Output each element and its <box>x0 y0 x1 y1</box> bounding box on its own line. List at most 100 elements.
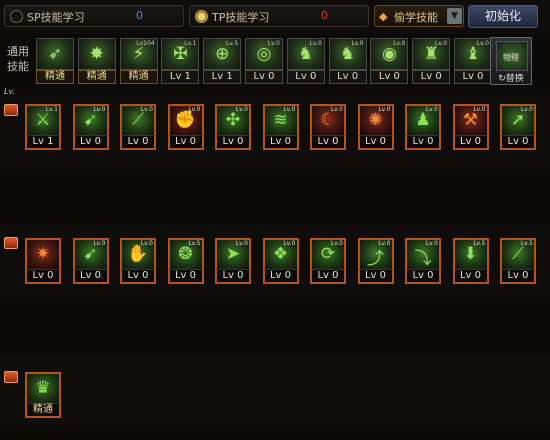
grab-icon: ✋ <box>127 244 149 264</box>
skill-icon-frame[interactable]: ⊕ Lv.5 <box>203 38 242 70</box>
tab-tp-skill-learning[interactable]: TP技能学习 0 <box>189 5 369 27</box>
skill-icon-frame[interactable]: ♟ Lv.0 <box>405 104 441 135</box>
common-skill-slot[interactable]: ◉ Lv.0 Lv 0 <box>370 38 409 85</box>
common-skill-slot[interactable]: ◎ Lv.0 Lv 0 <box>245 38 283 85</box>
common-skill-slot[interactable]: ♝ Lv.0 Lv 0 <box>454 38 492 85</box>
chevron-down-icon[interactable]: ▼ <box>447 8 462 24</box>
common-skill-slot[interactable]: ✸ 精通 <box>77 38 116 85</box>
skill-slot[interactable]: ✺ Lv.0 Lv 0 <box>357 104 394 150</box>
skill-slot[interactable]: ⟳ Lv.0 Lv 0 <box>310 238 346 284</box>
dash-icon: ➶ <box>47 44 63 64</box>
skill-level-label: Lv 0 <box>167 135 204 150</box>
skill-icon-frame[interactable]: ➹ Lv.0 <box>72 104 109 135</box>
common-skill-slot[interactable]: ⊕ Lv.5 Lv 1 <box>203 38 242 85</box>
skill-icon-frame[interactable]: ♝ Lv.0 <box>454 38 492 70</box>
skill-slot[interactable]: ☾ Lv.0 Lv 0 <box>310 104 346 150</box>
skill-slot[interactable]: ✣ Lv.0 Lv 0 <box>215 104 251 150</box>
tab-sp-skill-learning[interactable]: SP技能学习 0 <box>4 5 184 27</box>
skill-icon-frame[interactable]: ➤ Lv.0 <box>215 238 251 269</box>
skill-level-tag: Lv104 <box>136 40 155 47</box>
skill-slot[interactable]: ⬇ Lv.5 Lv 0 <box>452 238 489 284</box>
target-icon: ◎ <box>256 44 272 64</box>
skill-slot[interactable]: ⤴ Lv.0 Lv 0 <box>357 238 394 284</box>
spin-icon: ✣ <box>225 110 241 130</box>
skill-slot[interactable]: ♛ 精通 <box>25 372 61 418</box>
common-skill-slot[interactable]: ⚡ Lv104 精通 <box>119 38 158 85</box>
skill-icon-frame[interactable]: ≋ Lv.0 <box>262 104 299 135</box>
skill-slot[interactable]: ➚ Lv.0 Lv 0 <box>500 104 536 150</box>
common-skill-slot[interactable]: ♜ Lv.0 Lv 0 <box>412 38 451 85</box>
skill-icon-frame[interactable]: ➹ Lv.0 <box>72 238 109 269</box>
skill-icon-frame[interactable]: ⤴ Lv.0 <box>357 238 394 269</box>
skill-slot[interactable]: ➹ Lv.0 Lv 0 <box>72 238 109 284</box>
skill-icon-frame[interactable]: ✠ Lv.1 <box>161 38 200 70</box>
skill-icon-frame[interactable]: ⚡ Lv104 <box>119 38 158 70</box>
skill-icon-frame[interactable]: ⤵ Lv.0 <box>405 238 441 269</box>
skill-icon-frame[interactable]: ❖ Lv.0 <box>262 238 299 269</box>
skill-icon-frame[interactable]: ✊ Lv.0 <box>167 104 204 135</box>
skill-icon-frame[interactable]: ⚔ Lv.1 <box>25 104 61 135</box>
skill-icon-frame[interactable]: ♜ Lv.0 <box>412 38 451 70</box>
uppercut-icon: ⤴ <box>367 249 384 269</box>
skill-slot[interactable]: ♟ Lv.0 Lv 0 <box>405 104 441 150</box>
skill-slot[interactable]: ❖ Lv.0 Lv 0 <box>262 238 299 284</box>
skill-icon-frame[interactable]: ◉ Lv.0 <box>370 38 409 70</box>
skill-icon-frame[interactable]: ✺ Lv.0 <box>357 104 394 135</box>
common-skills-label: 通用技能 <box>7 45 29 73</box>
skill-icon-frame[interactable]: ☾ Lv.0 <box>310 104 346 135</box>
skill-slot[interactable]: ⚔ Lv.1 Lv 1 <box>25 104 61 150</box>
reset-button[interactable]: 初始化 <box>468 5 538 28</box>
skill-slot[interactable]: ✋ Lv.0 Lv 0 <box>120 238 156 284</box>
row-marker-2 <box>4 237 18 249</box>
tp-radio[interactable] <box>195 10 208 23</box>
skill-slot[interactable]: ≋ Lv.0 Lv 0 <box>262 104 299 150</box>
common-skill-slot[interactable]: ➶ 精通 <box>36 38 74 85</box>
skill-slot[interactable]: ✊ Lv.0 Lv 0 <box>167 104 204 150</box>
skill-slot[interactable]: ⟋ Lv.0 Lv 0 <box>120 104 156 150</box>
wave-icon: ≋ <box>273 110 288 130</box>
skill-icon-frame[interactable]: ✋ Lv.0 <box>120 238 156 269</box>
skill-level-label: Lv 1 <box>25 135 61 150</box>
burst-icon: ✺ <box>368 110 383 130</box>
skill-level-label: Lv 0 <box>120 135 156 150</box>
steal-skill-dropdown[interactable]: ◆ 偷学技能 ▼ <box>374 5 464 27</box>
skill-icon-frame[interactable]: ♞ Lv.0 <box>286 38 325 70</box>
skill-icon-frame[interactable]: ➶ <box>36 38 74 70</box>
skill-icon-frame[interactable]: ✸ <box>77 38 116 70</box>
skill-level-label: Lv 1 <box>161 70 200 84</box>
skill-icon-frame[interactable]: ⬇ Lv.5 <box>452 238 489 269</box>
switch-button[interactable]: 物理 ↻替换 <box>490 37 532 85</box>
skill-icon-frame[interactable]: ❂ Lv.5 <box>167 238 204 269</box>
common-skill-slot[interactable]: ♞ Lv.0 Lv 0 <box>286 38 325 85</box>
skill-icon-frame[interactable]: ⟳ Lv.0 <box>310 238 346 269</box>
common-skill-slot[interactable]: ✠ Lv.1 Lv 1 <box>161 38 200 85</box>
switch-label: ↻替换 <box>498 74 524 84</box>
skill-slot[interactable]: ✷ Lv 0 <box>25 238 61 284</box>
skill-slot[interactable]: ➹ Lv.0 Lv 0 <box>72 104 109 150</box>
skill-icon-frame[interactable]: ⟋ Lv.5 <box>500 238 536 269</box>
skill-icon-frame[interactable]: ✣ Lv.0 <box>215 104 251 135</box>
skill-slot[interactable]: ➤ Lv.0 Lv 0 <box>215 238 251 284</box>
sp-radio[interactable] <box>10 10 23 23</box>
slam-icon: ⬇ <box>463 244 478 264</box>
skill-icon-frame[interactable]: ♛ <box>25 372 61 403</box>
skill-slot[interactable]: ❂ Lv.5 Lv 0 <box>167 238 204 284</box>
skill-level-tag: Lv.5 <box>188 240 201 247</box>
skill-icon-frame[interactable]: ➚ Lv.0 <box>500 104 536 135</box>
skill-level-label: Lv 1 <box>203 70 242 84</box>
skill-level-tag: Lv.0 <box>283 240 296 247</box>
skill-slot[interactable]: ⚒ Lv.0 Lv 0 <box>452 104 489 150</box>
skill-icon-frame[interactable]: ✷ <box>25 238 61 269</box>
blade-icon: ⟋ <box>132 110 144 130</box>
skill-level-label: Lv 0 <box>370 70 409 84</box>
skill-slot[interactable]: ⟋ Lv.5 Lv 0 <box>500 238 536 284</box>
skill-icon-frame[interactable]: ⟋ Lv.0 <box>120 104 156 135</box>
flip-icon: ⟳ <box>320 244 336 264</box>
skill-icon-frame[interactable]: ♞ Lv.0 <box>328 38 367 70</box>
skill-slot[interactable]: ⤵ Lv.0 Lv 0 <box>405 238 441 284</box>
skill-level-tag: Lv.0 <box>140 106 153 113</box>
skill-icon-frame[interactable]: ◎ Lv.0 <box>245 38 283 70</box>
common-skill-slot[interactable]: ♞ Lv.0 Lv 0 <box>328 38 367 85</box>
skill-icon-frame[interactable]: ⚒ Lv.0 <box>452 104 489 135</box>
skill-level-label: Lv 0 <box>452 135 489 150</box>
